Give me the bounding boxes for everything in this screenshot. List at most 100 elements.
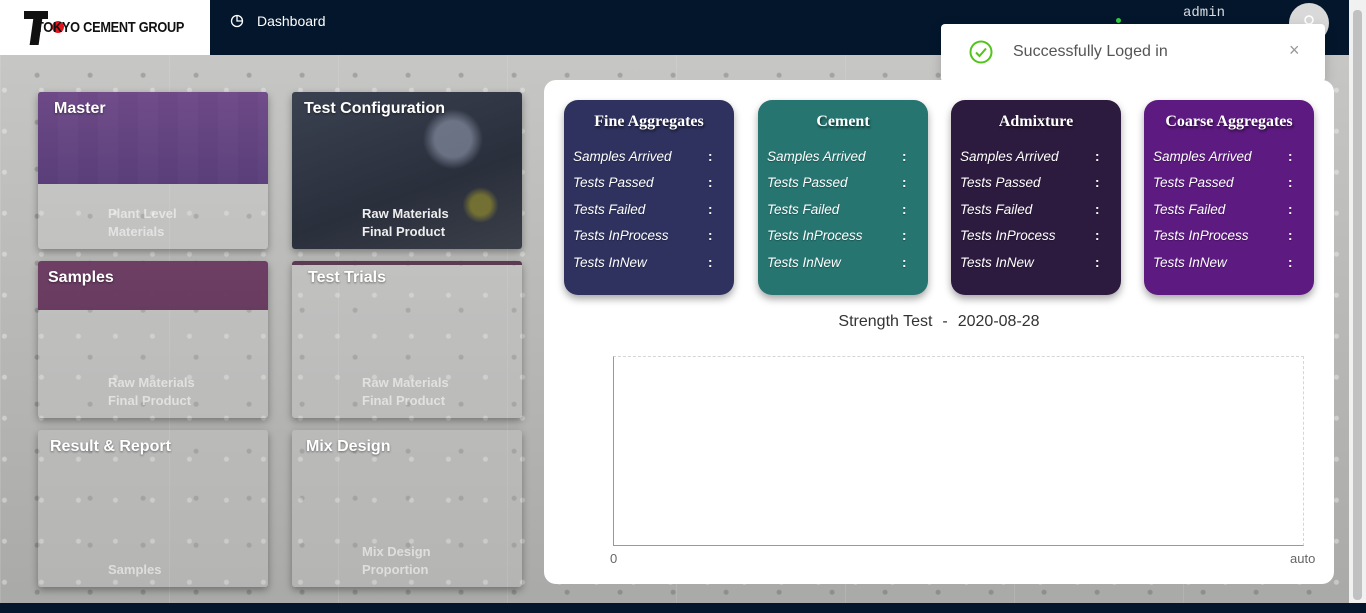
card-row-label: Tests InProcess	[1153, 228, 1249, 243]
card-row-label: Tests Passed	[1153, 175, 1234, 190]
card-row: Tests InNew:	[960, 255, 1110, 270]
x-axis-min-label: 0	[610, 551, 618, 566]
card-row-colon: :	[1095, 228, 1100, 243]
card-row-label: Tests Failed	[960, 202, 1033, 217]
card-row-label: Tests InNew	[960, 255, 1034, 270]
card-row: Tests Passed:	[573, 175, 723, 190]
card-row: Tests Failed:	[960, 202, 1110, 217]
card-row: Tests Failed:	[573, 202, 723, 217]
tile-subtitle: Samples	[108, 562, 162, 577]
tile-test-configuration[interactable]: Test Configuration Raw Materials Final Pr…	[292, 92, 522, 249]
online-status-dot	[1116, 18, 1121, 23]
brand-logo[interactable]: TOKYO CEMENT GROUP	[0, 0, 210, 55]
card-title: Cement	[816, 113, 870, 130]
card-row: Tests InProcess:	[1153, 228, 1303, 243]
tile-subtitle: Raw Materials Final Product	[362, 375, 449, 408]
tile-subtitle: Plant Level Materials	[108, 206, 177, 239]
tokyo-cement-logo-icon	[24, 9, 64, 47]
card-row: Samples Arrived:	[767, 149, 917, 164]
tile-samples[interactable]: Samples Raw Materials Final Product	[38, 261, 268, 418]
card-row-label: Tests InNew	[1153, 255, 1227, 270]
card-row-colon: :	[1288, 149, 1293, 164]
tile-title: Mix Design	[306, 438, 391, 455]
card-row-colon: :	[708, 202, 713, 217]
card-row: Tests Failed:	[1153, 202, 1303, 217]
card-row-colon: :	[902, 149, 907, 164]
dashboard-icon	[230, 14, 244, 28]
tile-subtitle: Mix Design Proportion	[362, 544, 431, 577]
card-row-colon: :	[708, 175, 713, 190]
scrollbar-thumb[interactable]	[1353, 10, 1362, 600]
tile-result-report[interactable]: Result & Report Samples	[38, 430, 268, 587]
card-row-colon: :	[1288, 228, 1293, 243]
card-row: Tests InNew:	[767, 255, 917, 270]
tile-subtitle: Raw Materials Final Product	[362, 206, 449, 239]
card-row: Samples Arrived:	[1153, 149, 1303, 164]
card-row-label: Samples Arrived	[767, 149, 866, 164]
card-row-label: Tests InNew	[573, 255, 647, 270]
card-row: Tests Passed:	[1153, 175, 1303, 190]
tile-title: Master	[54, 100, 106, 117]
check-circle-icon	[969, 40, 993, 64]
card-row-label: Tests Failed	[767, 202, 840, 217]
chart-title-text: Strength Test	[838, 313, 933, 330]
card-row-label: Samples Arrived	[960, 149, 1059, 164]
card-row: Tests InNew:	[1153, 255, 1303, 270]
tile-title: Result & Report	[50, 438, 171, 455]
card-row: Tests InProcess:	[767, 228, 917, 243]
card-row-label: Tests InProcess	[767, 228, 863, 243]
username: admin	[1183, 5, 1226, 21]
card-row-colon: :	[1288, 202, 1293, 217]
card-row: Tests InProcess:	[960, 228, 1110, 243]
card-row: Tests Passed:	[960, 175, 1110, 190]
card-row-colon: :	[1095, 175, 1100, 190]
card-row: Samples Arrived:	[573, 149, 723, 164]
card-row-colon: :	[902, 175, 907, 190]
tile-test-trials[interactable]: Test Trials Raw Materials Final Product	[292, 261, 522, 418]
toast-message: Successfully Loged in	[1013, 43, 1168, 60]
card-row-colon: :	[1288, 175, 1293, 190]
chart-date: 2020-08-28	[957, 313, 1040, 330]
material-card-cement[interactable]: Cement Samples Arrived: Tests Passed: Tests…	[758, 100, 928, 295]
tile-title: Test Configuration	[304, 100, 446, 117]
card-row: Tests InNew:	[573, 255, 723, 270]
card-row: Tests InProcess:	[573, 228, 723, 243]
close-icon[interactable]: ×	[1289, 41, 1300, 59]
strength-test-chart	[613, 356, 1304, 546]
card-row-label: Tests InProcess	[960, 228, 1056, 243]
material-card-coarse-aggregates[interactable]: Coarse Aggregates Samples Arrived: Tests P…	[1144, 100, 1314, 295]
login-success-toast: Successfully Loged in ×	[941, 24, 1325, 82]
nav-dashboard[interactable]: Dashboard	[230, 13, 326, 29]
card-row-label: Tests Failed	[573, 202, 646, 217]
card-row-label: Tests Failed	[1153, 202, 1226, 217]
card-row-colon: :	[902, 202, 907, 217]
card-row-label: Tests InNew	[767, 255, 841, 270]
dashboard-panel: Fine Aggregates Samples Arrived: Tests Pas…	[544, 80, 1334, 584]
card-row-colon: :	[1095, 202, 1100, 217]
chart-title: Strength Test -2020-08-28	[544, 313, 1334, 331]
card-row-colon: :	[708, 255, 713, 270]
card-row-colon: :	[1095, 255, 1100, 270]
card-row-colon: :	[902, 255, 907, 270]
card-row-label: Samples Arrived	[573, 149, 672, 164]
tile-top-accent	[292, 261, 522, 265]
card-row-label: Tests Passed	[960, 175, 1041, 190]
brand-name: TOKYO CEMENT GROUP	[35, 19, 184, 36]
tile-master[interactable]: Master Plant Level Materials	[38, 92, 268, 249]
card-row-colon: :	[708, 228, 713, 243]
card-title: Coarse Aggregates	[1165, 113, 1293, 130]
tile-mix-design[interactable]: Mix Design Mix Design Proportion	[292, 430, 522, 587]
card-row: Samples Arrived:	[960, 149, 1110, 164]
card-row-label: Tests Passed	[573, 175, 654, 190]
card-row-colon: :	[902, 228, 907, 243]
card-title: Admixture	[998, 113, 1074, 130]
material-card-admixture[interactable]: Admixture Samples Arrived: Tests Passed: Te…	[951, 100, 1121, 295]
footer-bar	[0, 603, 1366, 613]
card-row-label: Tests Passed	[767, 175, 848, 190]
card-row-colon: :	[1095, 149, 1100, 164]
tile-subtitle: Raw Materials Final Product	[108, 375, 195, 408]
nav-dashboard-label: Dashboard	[257, 13, 326, 29]
chart-title-separator: -	[942, 313, 948, 330]
card-row: Tests Passed:	[767, 175, 917, 190]
material-card-fine-aggregates[interactable]: Fine Aggregates Samples Arrived: Tests Pas…	[564, 100, 734, 295]
